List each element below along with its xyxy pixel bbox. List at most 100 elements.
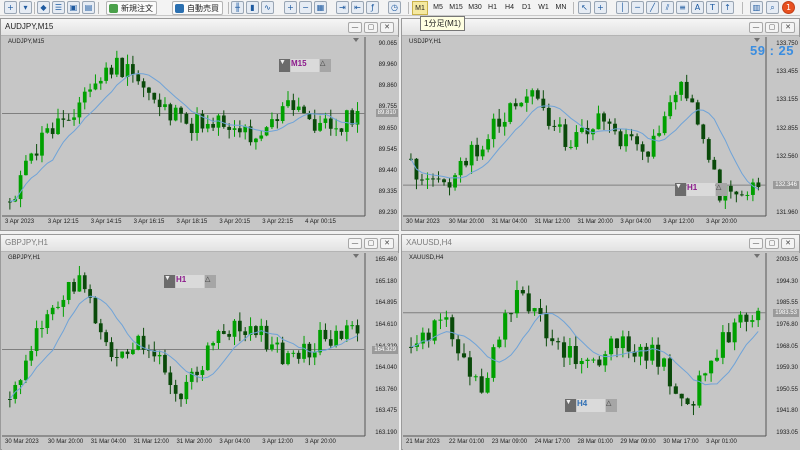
- toolbar-divider: [228, 2, 229, 14]
- autotrading-button[interactable]: 自動売買: [172, 1, 223, 15]
- notification-icon[interactable]: 1: [782, 1, 795, 14]
- timeframe-w1[interactable]: W1: [536, 1, 551, 15]
- chart-window-xauusd[interactable]: XAUUSD,H4 — ▢ ✕ XAUUSD,H4 2003.05 1994.30 1985.…: [401, 234, 800, 450]
- chart-window-usdjpy[interactable]: — ▢ ✕ USDJPY,H1 133.750 133.455 133.155 132.855…: [401, 18, 800, 231]
- timeframe-down-icon[interactable]: ▼: [565, 399, 576, 412]
- candle-body: [302, 106, 306, 114]
- profiles-icon[interactable]: ▾: [19, 1, 32, 14]
- restore-icon[interactable]: ▢: [765, 22, 779, 33]
- autoscroll-icon[interactable]: ⇤: [351, 1, 364, 14]
- timeframe-m30[interactable]: M30: [466, 1, 484, 15]
- chart-plot-area[interactable]: XAUUSD,H4 2003.05 1994.30 1985.55 1976.80 196…: [403, 253, 800, 450]
- chart-shift-marker[interactable]: [353, 254, 359, 258]
- candle-body: [544, 314, 549, 339]
- timeframe-up-icon[interactable]: △: [606, 399, 617, 412]
- timeframe-down-icon[interactable]: ▼: [279, 59, 290, 72]
- timeframe-up-icon[interactable]: △: [716, 183, 727, 196]
- timeframe-mn[interactable]: MN: [553, 1, 569, 15]
- candle-body: [744, 314, 749, 322]
- horizontal-line-icon[interactable]: ─: [631, 1, 644, 14]
- trendline-icon[interactable]: ╱: [646, 1, 659, 14]
- candle-body: [513, 103, 518, 107]
- timeframe-badge[interactable]: ▼ H1 △: [164, 275, 216, 288]
- price-axis-label: 164.610: [375, 321, 397, 328]
- chart-plot-area[interactable]: USDJPY,H1 133.750 133.455 133.155 132.855 132…: [403, 37, 800, 230]
- current-price-label: 1983.53: [773, 308, 799, 317]
- chart-window-audjpy[interactable]: AUDJPY,M15 — ▢ ✕ AUDJPY,M15 90.065 89.960 89.86…: [0, 18, 399, 231]
- periods-icon[interactable]: ◷: [388, 1, 401, 14]
- restore-icon[interactable]: ▢: [765, 238, 779, 249]
- market-watch-icon[interactable]: ◆: [37, 1, 50, 14]
- tile-windows-icon[interactable]: ▦: [314, 1, 327, 14]
- chart-shift-icon[interactable]: ⇥: [336, 1, 349, 14]
- timeframe-up-icon[interactable]: △: [320, 59, 331, 72]
- candle-body: [227, 333, 232, 337]
- new-order-button[interactable]: 新規注文: [106, 1, 157, 15]
- timeframe-d1[interactable]: D1: [519, 1, 534, 15]
- candle-body: [614, 338, 620, 349]
- minimize-icon[interactable]: —: [749, 22, 763, 33]
- time-axis-label: 30 Mar 17:00: [663, 439, 699, 445]
- candle-body: [563, 124, 568, 147]
- timeframe-h4[interactable]: H4: [502, 1, 517, 15]
- candle-body: [613, 123, 617, 132]
- minimize-icon[interactable]: —: [749, 238, 763, 249]
- timeframe-m1[interactable]: M1: [412, 1, 428, 15]
- close-icon[interactable]: ✕: [781, 238, 795, 249]
- new-chart-icon[interactable]: +: [4, 1, 17, 14]
- candle-body: [280, 342, 285, 365]
- cursor-icon[interactable]: ↖: [578, 1, 591, 14]
- timeframe-m15[interactable]: M15: [447, 1, 465, 15]
- timeframe-up-icon[interactable]: △: [205, 275, 216, 288]
- zoom-out-icon[interactable]: −: [299, 1, 312, 14]
- window-titlebar[interactable]: AUDJPY,M15 — ▢ ✕: [1, 19, 398, 36]
- window-titlebar[interactable]: XAUUSD,H4 — ▢ ✕: [402, 235, 799, 252]
- candle-body: [77, 102, 82, 118]
- timeframe-m5[interactable]: M5: [430, 1, 446, 15]
- timeframe-badge[interactable]: ▼ H4 △: [565, 399, 617, 412]
- zoom-in-icon[interactable]: +: [284, 1, 297, 14]
- arrows-icon[interactable]: ↑: [721, 1, 734, 14]
- window-titlebar[interactable]: GBPJPY,H1 — ▢ ✕: [1, 235, 398, 252]
- minimize-icon[interactable]: —: [348, 238, 362, 249]
- vertical-line-icon[interactable]: │: [616, 1, 629, 14]
- chart-window-gbpjpy[interactable]: GBPJPY,H1 — ▢ ✕ GBPJPY,H1 165.460 165.180 164.8…: [0, 234, 399, 450]
- bar-chart-icon[interactable]: ╫: [231, 1, 244, 14]
- chart-plot-area[interactable]: AUDJPY,M15 90.065 89.960 89.860 89.755 89.650…: [2, 37, 399, 230]
- candle-body: [409, 346, 414, 348]
- chart-plot-area[interactable]: GBPJPY,H1 165.460 165.180 164.895 164.610 164…: [2, 253, 399, 450]
- chart-shift-marker[interactable]: [754, 38, 760, 42]
- price-axis-label: 1959.30: [776, 365, 798, 372]
- chart-symbol-label: AUDJPY,M15: [8, 39, 45, 45]
- candle-body: [237, 320, 242, 332]
- close-icon[interactable]: ✕: [380, 22, 394, 33]
- candle-body: [520, 290, 525, 294]
- navigator-icon[interactable]: ☰: [52, 1, 65, 14]
- text-icon[interactable]: A: [691, 1, 704, 14]
- restore-icon[interactable]: ▢: [364, 238, 378, 249]
- timeframe-down-icon[interactable]: ▼: [675, 183, 686, 196]
- market-icon[interactable]: ▥: [750, 1, 763, 14]
- crosshair-icon[interactable]: +: [594, 1, 607, 14]
- candlestick-icon[interactable]: ▮: [246, 1, 259, 14]
- timeframe-down-icon[interactable]: ▼: [164, 275, 175, 288]
- terminal-icon[interactable]: ▣: [67, 1, 80, 14]
- search-icon[interactable]: ⌕: [766, 1, 779, 14]
- line-chart-icon[interactable]: ∿: [261, 1, 274, 14]
- chart-shift-marker[interactable]: [353, 38, 359, 42]
- label-icon[interactable]: T: [706, 1, 719, 14]
- candle-body: [328, 339, 333, 346]
- close-icon[interactable]: ✕: [380, 238, 394, 249]
- equidistant-channel-icon[interactable]: ⫽: [661, 1, 674, 14]
- chart-shift-marker[interactable]: [754, 254, 760, 258]
- restore-icon[interactable]: ▢: [364, 22, 378, 33]
- timeframe-badge[interactable]: ▼ M15 △: [279, 59, 331, 72]
- time-axis-label: 31 Mar 04:00: [90, 439, 127, 445]
- fibonacci-icon[interactable]: ≡: [676, 1, 689, 14]
- indicators-icon[interactable]: ƒ: [366, 1, 379, 14]
- close-icon[interactable]: ✕: [781, 22, 795, 33]
- minimize-icon[interactable]: —: [348, 22, 362, 33]
- tester-icon[interactable]: ▤: [82, 1, 95, 14]
- timeframe-h1[interactable]: H1: [485, 1, 500, 15]
- timeframe-badge[interactable]: ▼ H1 △: [675, 183, 727, 196]
